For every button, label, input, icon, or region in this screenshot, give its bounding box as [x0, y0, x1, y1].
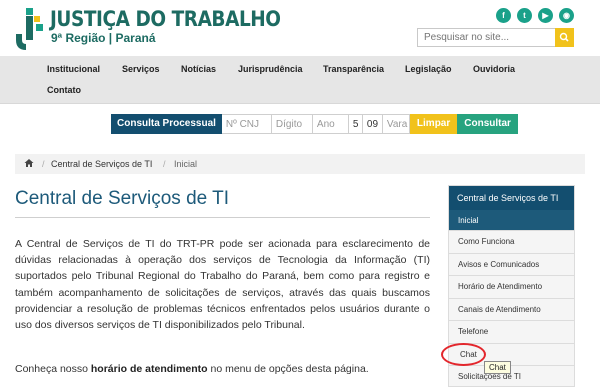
search-input[interactable] — [418, 29, 555, 46]
home-icon[interactable] — [24, 158, 34, 170]
sidebar-item-horario[interactable]: Horário de Atendimento — [449, 276, 574, 299]
breadcrumb: / Central de Serviços de TI / Inicial — [15, 154, 585, 174]
logo-icon[interactable] — [14, 6, 46, 50]
nav-item-servicos[interactable]: Serviços — [122, 64, 160, 74]
consulta-processual-bar: Consulta Processual Nº CNJ Dígito Ano 5 … — [111, 114, 518, 134]
main-nav: Institucional Serviços Notícias Jurispru… — [0, 56, 600, 104]
logo-subtitle: 9ª Região | Paraná — [51, 31, 156, 45]
vara-field[interactable]: Vara — [382, 114, 410, 134]
consulta-title: Consulta Processual — [111, 114, 222, 134]
sidebar-item-inicial[interactable]: Inicial — [449, 210, 574, 231]
nav-item-jurisprudencia[interactable]: Jurisprudência — [238, 64, 303, 74]
ano-field[interactable]: Ano — [312, 114, 349, 134]
breadcrumb-item-central[interactable]: Central de Serviços de TI — [51, 159, 152, 169]
hours-note-prefix: Conheça nosso — [15, 363, 91, 375]
hours-note: Conheça nosso horário de atendimento no … — [15, 363, 430, 375]
search-button[interactable] — [555, 28, 574, 47]
intro-paragraph: A Central de Serviços de TI do TRT-PR po… — [15, 238, 430, 332]
hours-note-bold: horário de atendimento — [90, 363, 208, 375]
cnj-field[interactable]: Nº CNJ — [221, 114, 272, 134]
facebook-icon[interactable]: f — [496, 8, 511, 23]
submit-button[interactable]: Consultar — [457, 114, 518, 134]
page-title: Central de Serviços de TI — [15, 188, 230, 209]
logo-title[interactable]: JUSTIÇA DO TRABALHO — [50, 7, 281, 31]
justica-field[interactable]: 5 — [348, 114, 363, 134]
sidebar-item-solicitacoes[interactable]: Solicitações de TI — [449, 366, 574, 386]
digito-field[interactable]: Dígito — [271, 114, 313, 134]
chat-tooltip: Chat — [484, 361, 511, 374]
sidebar-item-avisos[interactable]: Avisos e Comunicados — [449, 254, 574, 276]
clear-button[interactable]: Limpar — [409, 114, 458, 134]
youtube-icon[interactable]: ▶ — [538, 8, 553, 23]
nav-item-noticias[interactable]: Notícias — [181, 64, 216, 74]
breadcrumb-item-inicial: Inicial — [174, 159, 198, 169]
hours-note-suffix: no menu de opções desta página. — [207, 363, 369, 375]
search-icon — [559, 32, 569, 42]
nav-item-contato[interactable]: Contato — [47, 85, 81, 95]
twitter-icon[interactable]: t — [517, 8, 532, 23]
regiao-field[interactable]: 09 — [362, 114, 383, 134]
nav-item-transparencia[interactable]: Transparência — [323, 64, 384, 74]
sidebar-title: Central de Serviços de TI — [449, 186, 574, 210]
nav-item-legislacao[interactable]: Legislação — [405, 64, 452, 74]
rss-icon[interactable]: ◉ — [559, 8, 574, 23]
sidebar-item-canais[interactable]: Canais de Atendimento — [449, 299, 574, 321]
nav-item-ouvidoria[interactable]: Ouvidoria — [473, 64, 515, 74]
sidebar-item-como-funciona[interactable]: Como Funciona — [449, 231, 574, 254]
divider — [15, 217, 430, 218]
nav-item-institucional[interactable]: Institucional — [47, 64, 100, 74]
site-header: JUSTIÇA DO TRABALHO 9ª Região | Paraná f… — [0, 0, 600, 56]
search-box — [417, 28, 574, 47]
social-links: f t ▶ ◉ — [496, 8, 574, 23]
sidebar-item-telefone[interactable]: Telefone — [449, 321, 574, 344]
chat-highlight-circle — [441, 343, 486, 366]
